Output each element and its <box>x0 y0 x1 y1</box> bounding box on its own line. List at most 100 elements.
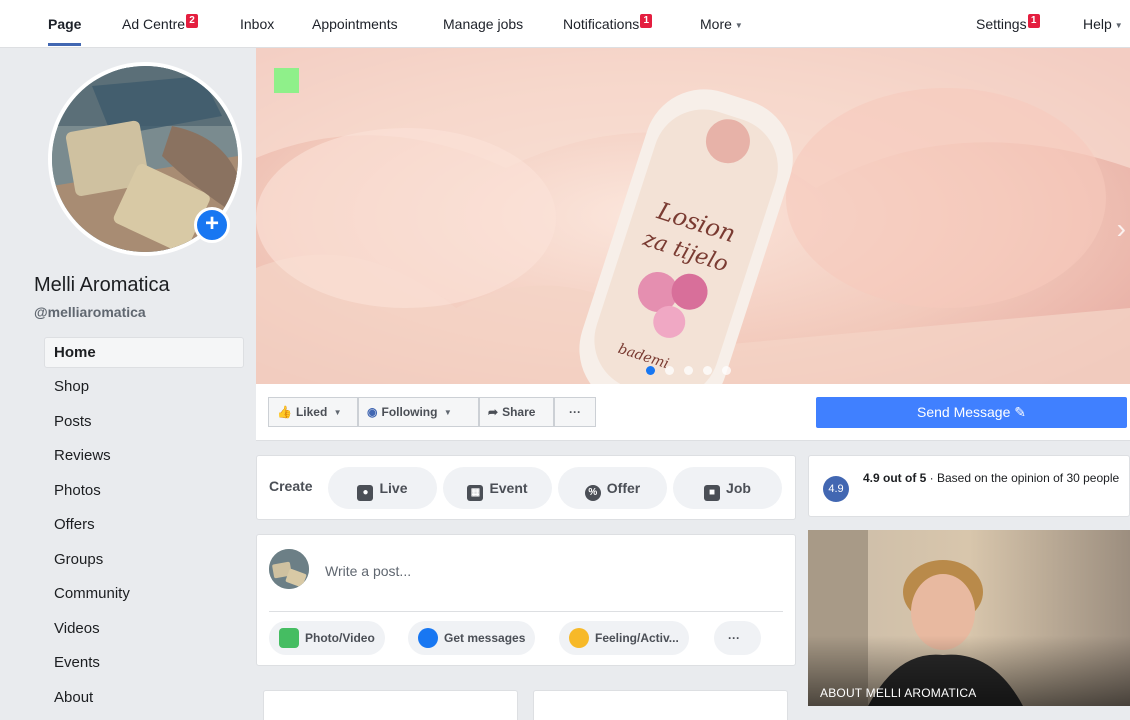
sidebar-item-posts[interactable]: Posts <box>44 406 244 437</box>
nav-inbox[interactable]: Inbox <box>240 0 274 48</box>
sidebar-item-photos[interactable]: Photos <box>44 475 244 506</box>
create-event-button[interactable]: ▦ Event <box>443 467 552 509</box>
following-button[interactable]: ◉ Following ▼ <box>358 397 479 427</box>
create-job-label: Job <box>726 480 751 496</box>
create-job-button[interactable]: ■ Job <box>673 467 782 509</box>
nav-notifications[interactable]: Notifications 1 <box>563 0 653 48</box>
sidebar-item-reviews[interactable]: Reviews <box>44 440 244 471</box>
rss-icon: ◉ <box>367 405 378 419</box>
more-actions-button[interactable]: ··· <box>554 397 596 427</box>
nav-settings[interactable]: Settings 1 <box>976 0 1040 48</box>
share-button[interactable]: ➦ Share <box>479 397 554 427</box>
share-label: Share <box>502 405 536 419</box>
liked-label: Liked <box>295 405 328 419</box>
get-messages-button[interactable]: Get messages <box>408 621 536 655</box>
ad-centre-badge: 2 <box>186 14 199 28</box>
send-message-button[interactable]: Send Message ✎ <box>816 397 1127 428</box>
page-action-bar: 👍 Liked ▼ ◉ Following ▼ ➦ Share ··· Send Me… <box>256 384 1130 441</box>
carousel-dot[interactable] <box>703 366 712 375</box>
carousel-dot[interactable] <box>684 366 693 375</box>
carousel-dot[interactable] <box>722 366 731 375</box>
cover-tag-marker <box>274 68 299 93</box>
page-name: Melli Aromatica <box>34 274 170 296</box>
composer-more-button[interactable]: ··· <box>714 621 761 655</box>
composer-avatar <box>269 549 309 589</box>
about-photo-image <box>808 530 1130 706</box>
bottom-card-left <box>263 690 518 720</box>
rating-card[interactable]: 4.9 4.9 out of 5 · Based on the opinion … <box>808 455 1130 517</box>
nav-notifications-label: Notifications <box>563 16 640 32</box>
nav-inbox-label: Inbox <box>240 16 275 32</box>
photo-video-label: Photo/Video <box>305 631 375 645</box>
nav-help[interactable]: Help ▼ <box>1083 0 1123 48</box>
thumbs-up-icon: 👍 <box>277 405 292 419</box>
add-profile-picture-icon[interactable]: + <box>194 207 230 243</box>
send-message-label: Send Message <box>916 404 1011 420</box>
video-camera-icon: ● <box>357 485 374 501</box>
create-live-button[interactable]: ● Live <box>328 467 437 509</box>
nav-ad-centre-label: Ad Centre <box>122 16 186 32</box>
pencil-icon: ✎ <box>1014 404 1027 420</box>
nav-manage-jobs[interactable]: Manage jobs <box>443 0 523 48</box>
create-card: Create ● Live ▦ Event % Offer ■ Job <box>256 455 796 520</box>
rating-score-badge: 4.9 <box>823 476 849 502</box>
carousel-dot[interactable] <box>665 366 674 375</box>
create-event-label: Event <box>489 480 528 496</box>
nav-page-label: Page <box>48 16 82 32</box>
composer-avatar-image <box>269 549 309 589</box>
sidebar-item-shop[interactable]: Shop <box>44 371 244 402</box>
create-label: Create <box>269 478 313 494</box>
following-label: Following <box>381 405 438 419</box>
feeling-activity-button[interactable]: Feeling/Activ... <box>559 621 689 655</box>
chevron-right-icon[interactable]: › <box>1117 213 1126 245</box>
write-post-input[interactable]: Write a post... <box>325 563 411 579</box>
sidebar-item-home[interactable]: Home <box>44 337 244 368</box>
liked-button[interactable]: 👍 Liked ▼ <box>268 397 358 427</box>
carousel-dots <box>646 362 741 380</box>
smiley-icon <box>569 628 589 648</box>
caret-down-icon: ▼ <box>333 408 342 417</box>
nav-more-label: More <box>700 16 732 32</box>
sidebar-item-videos[interactable]: Videos <box>44 613 244 644</box>
get-messages-label: Get messages <box>444 631 526 645</box>
about-card[interactable]: ABOUT MELLI AROMATICA <box>808 530 1130 706</box>
sidebar-item-groups[interactable]: Groups <box>44 544 244 575</box>
messenger-icon <box>418 628 438 648</box>
cover-image: Losion za tijelo bademi <box>256 48 1130 384</box>
carousel-dot[interactable] <box>646 366 655 375</box>
calendar-icon: ▦ <box>467 485 484 501</box>
rating-headline: 4.9 out of 5 <box>863 471 927 485</box>
nav-page[interactable]: Page <box>48 0 82 48</box>
nav-settings-label: Settings <box>976 16 1027 32</box>
caret-down-icon: ▼ <box>734 21 743 30</box>
cover-photo[interactable]: Losion za tijelo bademi › <box>256 48 1130 384</box>
sidebar-item-events[interactable]: Events <box>44 647 244 678</box>
about-label: ABOUT MELLI AROMATICA <box>820 686 977 700</box>
photo-video-button[interactable]: Photo/Video <box>269 621 385 655</box>
nav-ad-centre[interactable]: Ad Centre 2 <box>122 0 199 48</box>
nav-help-label: Help <box>1083 16 1112 32</box>
page-handle[interactable]: @melliaromatica <box>34 304 146 320</box>
nav-appointments-label: Appointments <box>312 16 398 32</box>
bottom-card-right <box>533 690 788 720</box>
top-navigation: Page Ad Centre 2 Inbox Appointments Manag… <box>0 0 1130 48</box>
rating-summary: 4.9 out of 5 · Based on the opinion of 3… <box>863 470 1129 486</box>
post-composer: Write a post... Photo/Video Get messages… <box>256 534 796 666</box>
feeling-activity-label: Feeling/Activ... <box>595 631 679 645</box>
rating-detail: · Based on the opinion of 30 people <box>926 471 1120 485</box>
photo-icon <box>279 628 299 648</box>
create-offer-label: Offer <box>606 480 641 496</box>
create-offer-button[interactable]: % Offer <box>558 467 667 509</box>
nav-more[interactable]: More ▼ <box>700 0 743 48</box>
sidebar-item-community[interactable]: Community <box>44 578 244 609</box>
sidebar-item-about[interactable]: About <box>44 682 244 713</box>
share-icon: ➦ <box>488 405 499 419</box>
caret-down-icon: ▼ <box>1114 21 1123 30</box>
composer-divider <box>269 611 783 612</box>
create-live-label: Live <box>379 480 408 496</box>
settings-badge: 1 <box>1027 14 1040 28</box>
sidebar-item-offers[interactable]: Offers <box>44 509 244 540</box>
nav-appointments[interactable]: Appointments <box>312 0 398 48</box>
caret-down-icon: ▼ <box>443 408 452 417</box>
briefcase-icon: ■ <box>704 485 721 501</box>
